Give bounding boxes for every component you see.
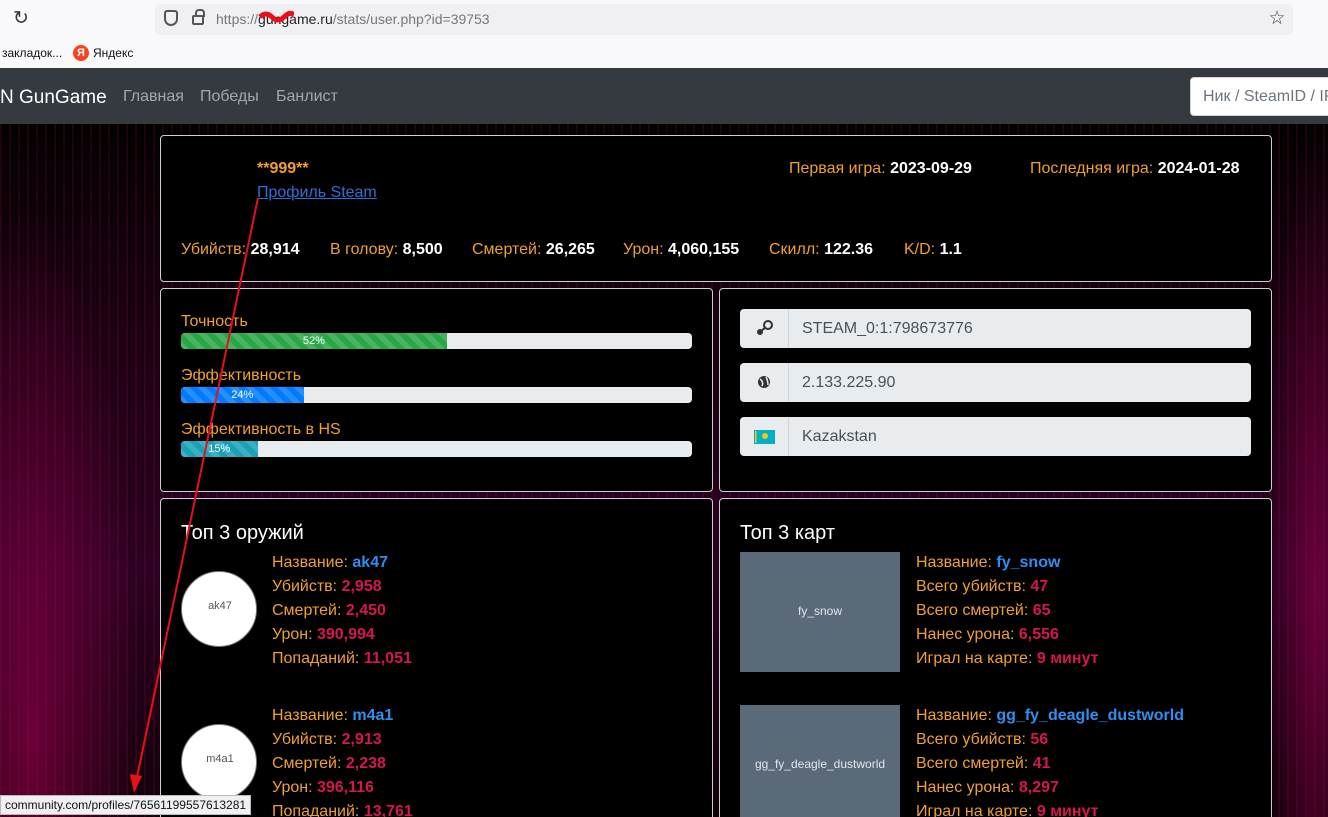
nav-banlist[interactable]: Банлист	[276, 88, 338, 106]
weapon-name[interactable]: ak47	[352, 554, 388, 571]
nav-home[interactable]: Главная	[123, 88, 184, 106]
map-entry: Название: fy_snow Всего убийств: 47 Всег…	[916, 554, 1099, 667]
stat-value: 1.1	[939, 241, 962, 258]
accuracy-label: Точность	[181, 313, 248, 330]
stat-value: 4,060,155	[667, 241, 740, 258]
weapons-title: Топ 3 оружий	[181, 522, 304, 544]
stat-label: Убийств:	[181, 241, 247, 258]
first-game-label: Первая игра:	[789, 160, 886, 177]
weapon-name[interactable]: m4a1	[352, 707, 393, 724]
ip-group: 2.133.225.90	[740, 363, 1251, 402]
bookmark-star-icon[interactable]: ☆	[1266, 8, 1288, 30]
progress-fill: 15%	[181, 441, 258, 457]
stat-value: 122.36	[824, 241, 873, 258]
player-info-card: STEAM_0:1:798673776 2.133.225.90 Kazakst…	[719, 288, 1272, 492]
first-game-value: 2023-09-29	[890, 160, 972, 177]
efficiency-label: Эффективность	[181, 367, 302, 384]
hs-efficiency-label: Эффективность в HS	[181, 421, 341, 438]
player-name: **999**	[257, 160, 309, 177]
site-navbar: N GunGame Главная Победы Банлист	[0, 68, 1328, 124]
shield-icon[interactable]	[164, 10, 178, 26]
stat-label: Скилл:	[769, 241, 820, 258]
map-name[interactable]: fy_snow	[996, 554, 1060, 571]
nav-wins[interactable]: Победы	[200, 88, 259, 106]
efficiency-bar: 24%	[181, 387, 692, 403]
efficiency-card: Точность 52% Эффективность 24% Эффективн…	[160, 288, 713, 492]
country-value[interactable]: Kazakstan	[789, 417, 1251, 456]
profile-card: **999** Профиль Steam Первая игра: 2023-…	[160, 135, 1272, 282]
kazakhstan-flag-icon	[740, 417, 789, 456]
steam-id-group: STEAM_0:1:798673776	[740, 309, 1251, 348]
progress-fill: 24%	[181, 387, 304, 403]
weapon-image: ak47	[181, 571, 257, 647]
accuracy-bar: 52%	[181, 333, 692, 349]
map-image: fy_snow	[740, 552, 900, 672]
ip-value[interactable]: 2.133.225.90	[789, 363, 1251, 402]
stat-label: Урон:	[623, 241, 664, 258]
stat-value: 8,500	[402, 241, 443, 258]
steam-profile-link[interactable]: Профиль Steam	[257, 184, 377, 202]
brand[interactable]: N GunGame	[0, 87, 107, 109]
globe-icon	[740, 363, 789, 402]
stat-label: Смертей:	[472, 241, 542, 258]
bookmark-yandex[interactable]: Яндекс	[93, 46, 133, 60]
stat-value: 28,914	[250, 241, 300, 258]
stat-label: В голову:	[330, 241, 399, 258]
map-image-label: fy_snow	[797, 604, 843, 618]
maps-title: Топ 3 карт	[740, 522, 835, 544]
lock-icon[interactable]	[192, 9, 205, 25]
map-entry: Название: gg_fy_deagle_dustworld Всего у…	[916, 707, 1184, 817]
map-image: gg_fy_deagle_dustworld	[740, 705, 900, 817]
redaction-scribble	[258, 11, 294, 23]
map-name[interactable]: gg_fy_deagle_dustworld	[996, 707, 1184, 724]
weapon-entry: Название: m4a1 Убийств: 2,913 Смертей: 2…	[272, 707, 413, 817]
yandex-icon: Я	[73, 45, 89, 61]
status-link-preview: community.com/profiles/76561199557613281	[0, 795, 252, 815]
last-game-value: 2024-01-28	[1157, 160, 1240, 177]
progress-fill: 52%	[181, 333, 447, 349]
weapon-entry: Название: ak47 Убийств: 2,958 Смертей: 2…	[272, 554, 412, 667]
reload-icon[interactable]: ↻	[10, 8, 32, 30]
bookmark-folder[interactable]: закладок...	[2, 46, 62, 60]
top-maps-card: Топ 3 карт fy_snow Название: fy_snow Все…	[719, 498, 1272, 817]
steam-id-value[interactable]: STEAM_0:1:798673776	[789, 309, 1251, 348]
top-weapons-card: Топ 3 оружий ak47 Название: ak47 Убийств…	[160, 498, 713, 817]
stat-label: K/D:	[904, 241, 936, 258]
weapon-image-label: m4a1	[206, 753, 234, 765]
weapon-image: m4a1	[181, 724, 257, 800]
country-group: Kazakstan	[740, 417, 1251, 456]
hs-efficiency-bar: 15%	[181, 441, 692, 457]
map-image-label: gg_fy_deagle_dustworld	[754, 757, 886, 771]
browser-chrome: ↻ https://gungame.ru/stats/user.php?id=3…	[0, 0, 1328, 68]
last-game-label: Последняя игра:	[1030, 160, 1154, 177]
search-input[interactable]	[1190, 77, 1328, 116]
steam-icon	[740, 309, 789, 348]
stat-value: 26,265	[545, 241, 595, 258]
weapon-image-label: ak47	[208, 600, 232, 612]
